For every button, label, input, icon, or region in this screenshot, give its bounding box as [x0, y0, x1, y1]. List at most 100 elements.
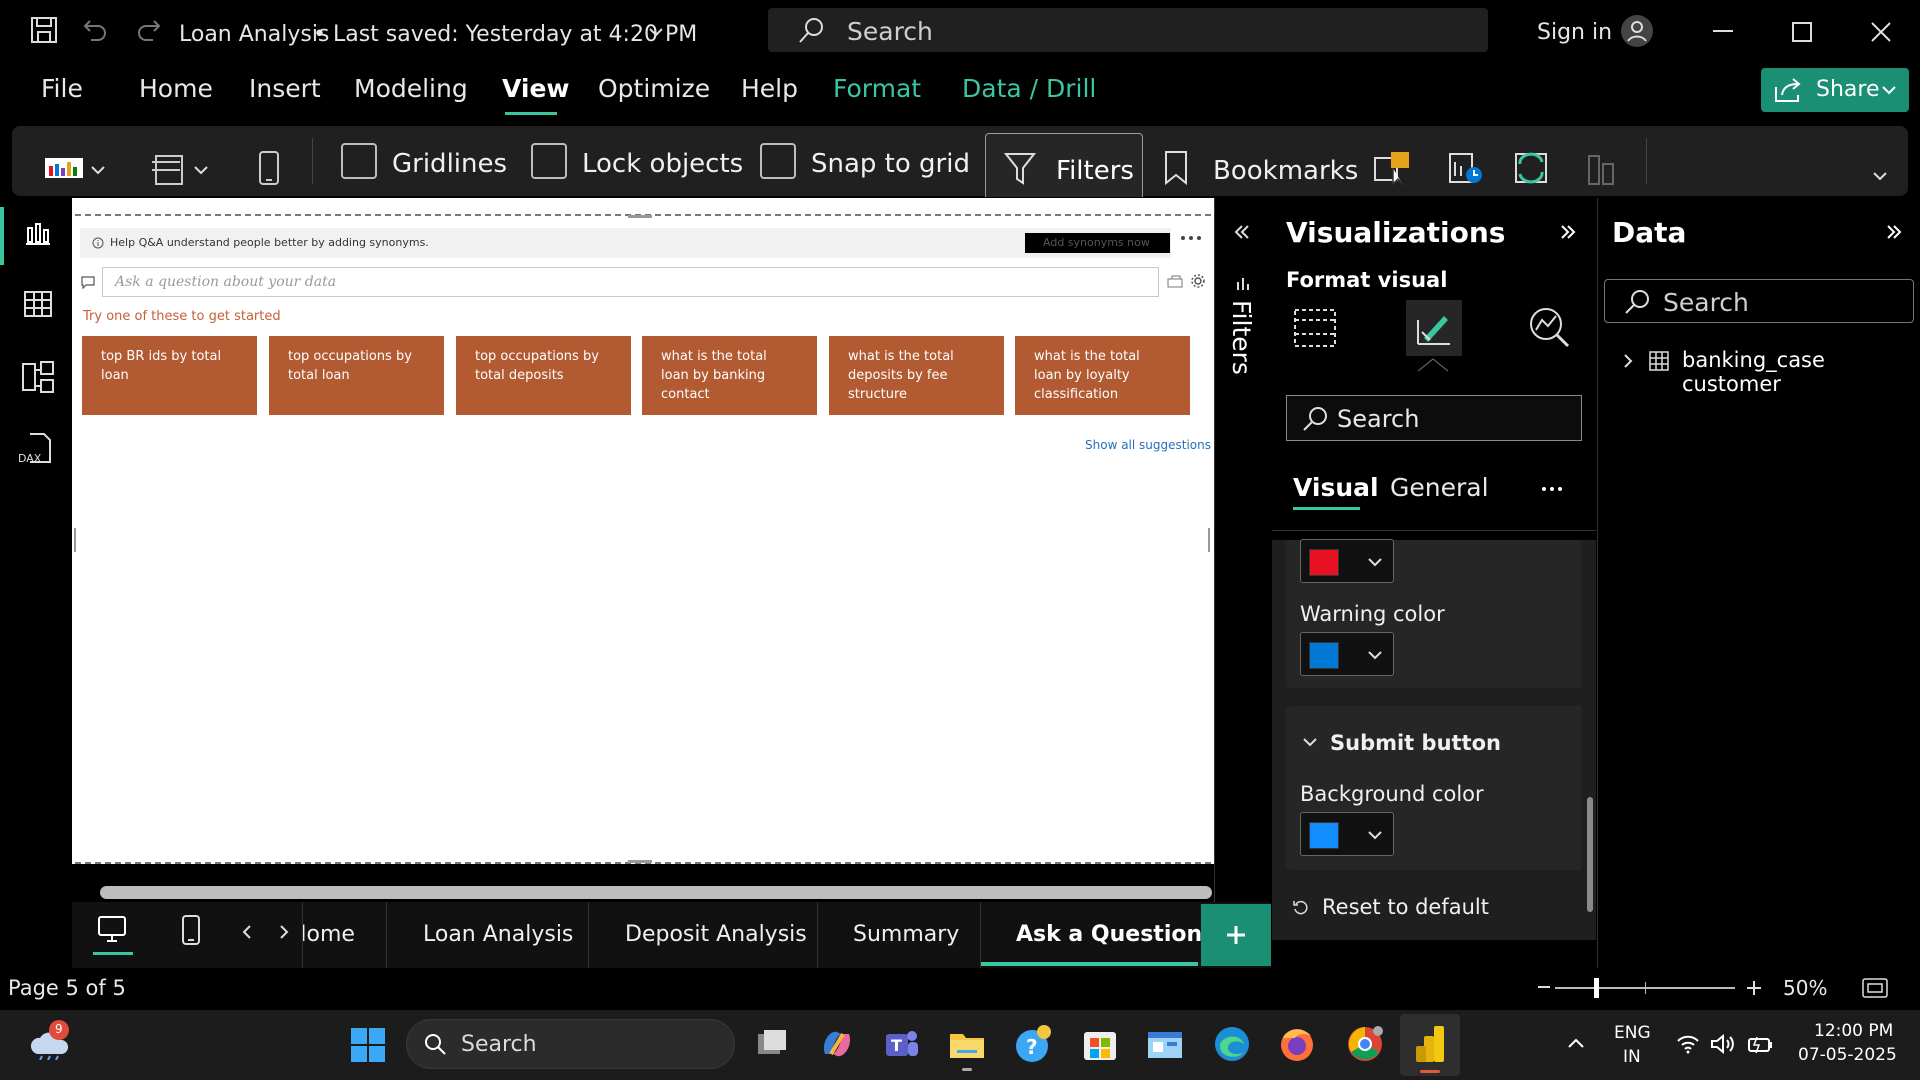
resize-handle[interactable]: [628, 860, 652, 863]
reset-to-default-link[interactable]: Reset to default: [1322, 895, 1489, 919]
maximize-icon[interactable]: [1792, 22, 1812, 42]
menu-insert[interactable]: Insert: [249, 74, 321, 103]
submit-button-section-header[interactable]: Submit button: [1330, 731, 1501, 755]
file-explorer-icon[interactable]: [947, 1024, 987, 1064]
themes-icon[interactable]: [45, 156, 85, 180]
tab-visual[interactable]: Visual: [1293, 473, 1379, 502]
battery-icon[interactable]: [1745, 1033, 1773, 1055]
share-button[interactable]: Share: [1761, 68, 1909, 112]
dax-query-view-icon[interactable]: DAX: [18, 432, 54, 466]
menu-view[interactable]: View: [502, 74, 570, 103]
background-color-dropdown[interactable]: [1300, 812, 1394, 856]
more-options-icon[interactable]: [1180, 235, 1202, 241]
zoom-slider-thumb[interactable]: [1594, 978, 1599, 998]
reset-question-icon[interactable]: [1166, 273, 1184, 289]
report-view-icon[interactable]: [24, 220, 52, 246]
zoom-out-icon[interactable]: [1538, 986, 1550, 990]
format-search-input[interactable]: Search: [1286, 395, 1582, 441]
next-page-icon[interactable]: [279, 924, 289, 940]
chevron-right-icon[interactable]: [1622, 353, 1634, 369]
bookmark-icon[interactable]: [1163, 150, 1189, 186]
page-tab-ask-a-question[interactable]: Ask a Question: [1016, 922, 1202, 947]
mobile-layout-icon[interactable]: [181, 914, 201, 946]
bookmarks-label[interactable]: Bookmarks: [1213, 156, 1358, 186]
format-visual-tab[interactable]: [1406, 300, 1462, 356]
qa-question-input[interactable]: Ask a question about your data: [102, 267, 1159, 297]
microsoft-store-icon[interactable]: [1080, 1024, 1120, 1064]
menu-file[interactable]: File: [41, 74, 83, 103]
page-tab-loan-analysis[interactable]: Loan Analysis: [423, 922, 573, 947]
snap-to-grid-checkbox[interactable]: [760, 143, 796, 179]
language-code[interactable]: ENG: [1614, 1023, 1651, 1043]
collapse-pane-icon[interactable]: [1886, 224, 1902, 240]
teams-icon[interactable]: T: [882, 1024, 922, 1064]
format-scrollbar-thumb[interactable]: [1587, 797, 1593, 912]
suggestion-button[interactable]: what is the total loan by banking contac…: [642, 336, 817, 415]
menu-optimize[interactable]: Optimize: [598, 74, 710, 103]
performance-analyzer-icon[interactable]: [1448, 150, 1484, 186]
collapse-pane-icon[interactable]: [1560, 224, 1576, 240]
get-help-icon[interactable]: ?: [1012, 1024, 1052, 1064]
filters-button[interactable]: Filters: [985, 133, 1143, 197]
document-title[interactable]: Loan Analysis: [179, 22, 329, 47]
resize-handle[interactable]: [74, 528, 76, 552]
region-code[interactable]: IN: [1623, 1047, 1641, 1067]
mobile-layout-icon[interactable]: [258, 150, 280, 186]
prev-page-icon[interactable]: [242, 924, 252, 940]
menu-data-drill[interactable]: Data / Drill: [962, 74, 1096, 103]
chevron-down-icon[interactable]: [90, 164, 106, 176]
close-icon[interactable]: [1871, 22, 1891, 42]
page-tab-summary[interactable]: Summary: [853, 922, 959, 947]
add-page-button[interactable]: [1201, 904, 1271, 966]
task-view-icon[interactable]: [752, 1024, 792, 1064]
collapse-ribbon-icon[interactable]: [1872, 170, 1888, 182]
menu-home[interactable]: Home: [139, 74, 213, 103]
lock-objects-checkbox[interactable]: [531, 143, 567, 179]
analytics-icon[interactable]: [1528, 306, 1572, 350]
undo-icon[interactable]: [82, 17, 108, 43]
edge-browser-icon[interactable]: [1212, 1024, 1252, 1064]
canvas-scrollbar-thumb[interactable]: [100, 886, 1212, 899]
fit-to-page-icon[interactable]: [1862, 977, 1888, 999]
chrome-icon[interactable]: [1345, 1024, 1385, 1064]
desktop-layout-icon[interactable]: [97, 914, 127, 944]
selection-pane-icon[interactable]: [1373, 150, 1413, 186]
chevron-down-icon[interactable]: [1302, 736, 1318, 748]
menu-help[interactable]: Help: [741, 74, 798, 103]
minimize-icon[interactable]: [1713, 30, 1733, 34]
windows-start-icon[interactable]: [350, 1027, 386, 1063]
resize-handle[interactable]: [1208, 528, 1210, 552]
data-search-input[interactable]: Search: [1604, 279, 1914, 323]
zoom-in-icon[interactable]: [1746, 980, 1762, 996]
expand-filters-icon[interactable]: [1234, 224, 1250, 240]
suggestion-button[interactable]: top BR ids by total loan: [82, 336, 257, 415]
page-view-icon[interactable]: [150, 152, 186, 186]
suggestion-button[interactable]: top occupations by total loan: [269, 336, 444, 415]
global-search-input[interactable]: Search: [768, 8, 1488, 52]
control-panel-icon[interactable]: [1145, 1024, 1185, 1064]
powerbi-taskbar-button[interactable]: [1400, 1014, 1460, 1076]
table-view-icon[interactable]: [23, 290, 53, 318]
resize-handle[interactable]: [628, 215, 652, 218]
page-tab-home[interactable]: Home: [303, 902, 386, 968]
clock-date[interactable]: 07-05-2025: [1798, 1045, 1897, 1065]
firefox-icon[interactable]: [1277, 1024, 1317, 1064]
page-tab-deposit-analysis[interactable]: Deposit Analysis: [625, 922, 807, 947]
volume-icon[interactable]: [1710, 1033, 1736, 1055]
warning-color-dropdown[interactable]: [1300, 632, 1394, 676]
sync-slicers-icon[interactable]: [1512, 150, 1550, 186]
show-all-suggestions-link[interactable]: Show all suggestions: [1085, 438, 1211, 452]
save-icon[interactable]: [30, 16, 58, 44]
chevron-down-icon[interactable]: [648, 26, 664, 38]
suggestion-button[interactable]: top occupations by total deposits: [456, 336, 631, 415]
tab-general[interactable]: General: [1390, 473, 1489, 502]
build-visual-icon[interactable]: [1293, 306, 1337, 350]
wifi-icon[interactable]: [1676, 1034, 1700, 1054]
copilot-icon[interactable]: [817, 1024, 857, 1064]
settings-gear-icon[interactable]: [1191, 274, 1205, 288]
user-avatar-icon[interactable]: [1620, 14, 1654, 48]
taskbar-search[interactable]: Search: [406, 1019, 735, 1069]
gridlines-checkbox[interactable]: [341, 143, 377, 179]
more-options-icon[interactable]: [1541, 486, 1563, 492]
menu-modeling[interactable]: Modeling: [354, 74, 468, 103]
